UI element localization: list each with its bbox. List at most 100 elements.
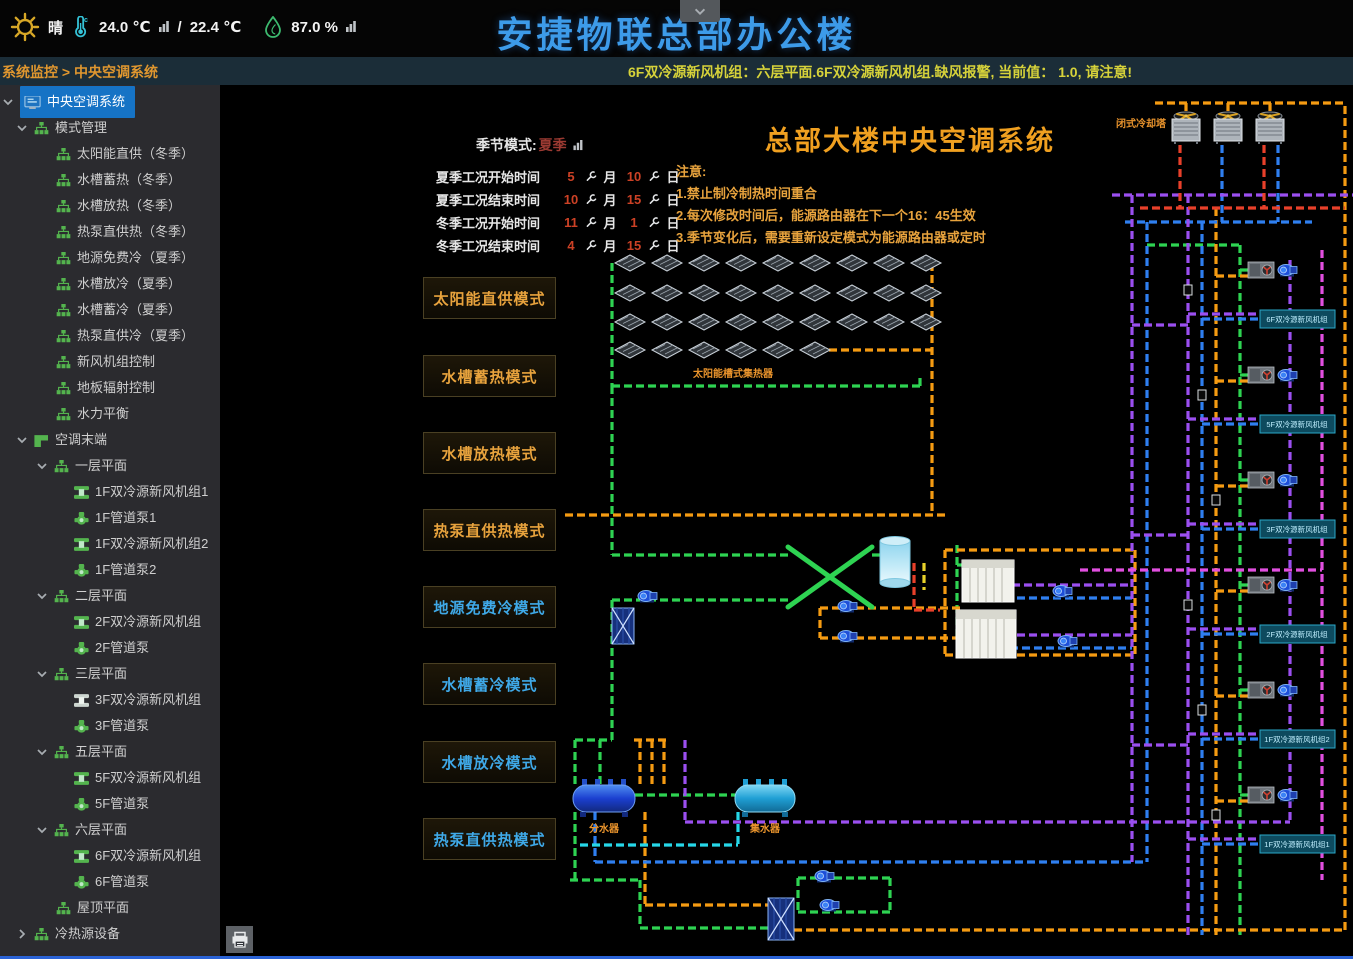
sidebar-item-floor3[interactable]: 三层平面 (0, 661, 220, 687)
sidebar-item-roof-plan[interactable]: 屋顶平面 (0, 895, 220, 921)
sidebar-item-3f-pump[interactable]: 3F管道泵 (0, 713, 220, 739)
chevron-down-icon[interactable] (36, 747, 48, 757)
sidebar-item-6f-pump[interactable]: 6F管道泵 (0, 869, 220, 895)
sidebar-item-1f-pump2[interactable]: 1F管道泵2 (0, 557, 220, 583)
sidebar-item-5f-pump[interactable]: 5F管道泵 (0, 791, 220, 817)
mode-button-tank-release-heat[interactable]: 水槽放热模式 (423, 432, 556, 474)
chevron-down-icon[interactable] (36, 669, 48, 679)
header-collapse-button[interactable] (680, 0, 720, 22)
note-line: 2.每次修改时间后，能源路由器在下一个16：45生效 (676, 205, 986, 227)
wrench-edit-icon[interactable] (648, 240, 661, 251)
cooling-tower (1214, 112, 1242, 144)
print-button[interactable] (226, 926, 253, 953)
alarm-message: 6F双冷源新风机组：六层平面.6F双冷源新风机组.缺风报警, 当前值： 1.0,… (628, 62, 1132, 82)
sidebar-item-floor2[interactable]: 二层平面 (0, 583, 220, 609)
wrench-edit-icon[interactable] (648, 217, 661, 228)
floor-module-1f2: 1F双冷源新风机组2 (1248, 682, 1335, 748)
sidebar-item-heat-cool-source[interactable]: 冷热源设备 (0, 921, 220, 947)
svg-text:5F双冷源新风机组: 5F双冷源新风机组 (1266, 419, 1328, 429)
pump-icon (74, 564, 89, 577)
pump (815, 871, 834, 883)
sidebar-item-solar-direct-winter[interactable]: 太阳能直供（冬季） (0, 141, 220, 167)
sitemap-icon (56, 148, 71, 161)
sidebar-item-tank-release-heat[interactable]: 水槽放热（冬季） (0, 193, 220, 219)
chevron-down-icon[interactable] (36, 591, 48, 601)
wrench-edit-icon[interactable] (585, 171, 598, 182)
sidebar-item-central-ac[interactable]: 中央空调系统 (0, 89, 220, 115)
chevron-right-icon[interactable] (16, 929, 28, 939)
month-value: 11 (558, 215, 584, 230)
sidebar-item-mode-management[interactable]: 模式管理 (0, 115, 220, 141)
chevron-down-icon[interactable] (36, 825, 48, 835)
sidebar-item-hydraulic-balance[interactable]: 水力平衡 (0, 401, 220, 427)
chevron-down-icon[interactable] (36, 461, 48, 471)
sidebar-item-1f-ahu2[interactable]: 1F双冷源新风机组2 (0, 531, 220, 557)
selected-item[interactable]: 中央空调系统 (20, 86, 135, 118)
sitemap-icon (54, 590, 69, 603)
sidebar-item-1f-pump1[interactable]: 1F管道泵1 (0, 505, 220, 531)
chevron-down-icon[interactable] (16, 435, 28, 445)
pump (1278, 265, 1297, 277)
breadcrumb[interactable]: 系统监控 > 中央空调系统 (2, 62, 158, 82)
sidebar-item-2f-pump[interactable]: 2F管道泵 (0, 635, 220, 661)
ahu-icon (74, 538, 89, 551)
wrench-edit-icon[interactable] (648, 171, 661, 182)
sidebar-item-2f-ahu[interactable]: 2F双冷源新风机组 (0, 609, 220, 635)
sidebar-item-3f-ahu[interactable]: 3F双冷源新风机组 (0, 687, 220, 713)
sidebar-item-6f-ahu[interactable]: 6F双冷源新风机组 (0, 843, 220, 869)
sidebar-item-tank-store-cool[interactable]: 水槽蓄冷（夏季） (0, 297, 220, 323)
pump-icon (74, 876, 89, 889)
mode-button-tank-store-cool[interactable]: 水槽蓄冷模式 (423, 663, 556, 705)
mode-button-heatpump-heat-2[interactable]: 热泵直供热模式 (423, 818, 556, 860)
heat-pump-unit-a (962, 560, 1014, 602)
season-row: 冬季工况开始时间 11 月 1 日 (436, 211, 686, 234)
ahu-icon (74, 850, 89, 863)
pipes-purple (685, 195, 1353, 935)
sidebar-item-5f-ahu[interactable]: 5F双冷源新风机组 (0, 765, 220, 791)
sidebar-item-floor-radiant-control[interactable]: 地板辐射控制 (0, 375, 220, 401)
plate-heat-exchanger-2 (612, 608, 634, 644)
sidebar-item-ac-terminals[interactable]: 空调末端 (0, 427, 220, 453)
sitemap-icon (56, 330, 71, 343)
wrench-edit-icon[interactable] (585, 217, 598, 228)
day-value: 10 (621, 169, 647, 184)
water-collector-tank: 集水器 (735, 779, 795, 835)
sidebar-item-heatpump-cool[interactable]: 热泵直供冷（夏季） (0, 323, 220, 349)
sidebar-item-floor1[interactable]: 一层平面 (0, 453, 220, 479)
mode-button-heatpump-heat[interactable]: 热泵直供热模式 (423, 509, 556, 551)
sidebar-item-ground-free-cooling[interactable]: 地源免费冷（夏季） (0, 245, 220, 271)
sidebar-item-floor6[interactable]: 六层平面 (0, 817, 220, 843)
mode-button-tank-store-heat[interactable]: 水槽蓄热模式 (423, 355, 556, 397)
sidebar-item-ahu-control[interactable]: 新风机组控制 (0, 349, 220, 375)
crossover-valve (788, 547, 872, 607)
sidebar-item-tank-store-heat[interactable]: 水槽蓄热（冬季） (0, 167, 220, 193)
sitemap-icon (56, 304, 71, 317)
svg-text:6F双冷源新风机组: 6F双冷源新风机组 (1266, 314, 1328, 324)
pump-icon (74, 720, 89, 733)
cooling-tower-label: 闭式冷却塔 (1116, 117, 1167, 130)
season-settings: 季节模式: 夏季 夏季工况开始时间 5 月 10 日 夏季工况结束时间 10 月… (436, 135, 686, 257)
ahu-unit (1248, 682, 1274, 698)
mode-button-solar-direct[interactable]: 太阳能直供模式 (423, 277, 556, 319)
sidebar-item-heatpump-heat[interactable]: 热泵直供热（冬季） (0, 219, 220, 245)
svg-text:1F双冷源新风机组2: 1F双冷源新风机组2 (1264, 734, 1329, 744)
chevron-down-icon[interactable] (16, 123, 28, 133)
pump-icon (74, 798, 89, 811)
mode-button-tank-release-cool[interactable]: 水槽放冷模式 (423, 741, 556, 783)
sidebar-item-floor5[interactable]: 五层平面 (0, 739, 220, 765)
wrench-edit-icon[interactable] (585, 240, 598, 251)
notes-title: 注意: (676, 161, 986, 183)
mode-button-ground-free-cool[interactable]: 地源免费冷模式 (423, 586, 556, 628)
solar-collector-array: 太阳能槽式集热器 (615, 255, 941, 380)
trend-chart-icon[interactable] (572, 140, 585, 151)
chevron-down-icon[interactable] (2, 97, 14, 107)
sidebar-item-tank-release-cool[interactable]: 水槽放冷（夏季） (0, 271, 220, 297)
svg-text:2F双冷源新风机组: 2F双冷源新风机组 (1266, 629, 1328, 639)
wrench-edit-icon[interactable] (648, 194, 661, 205)
day-value: 1 (621, 215, 647, 230)
wrench-edit-icon[interactable] (585, 194, 598, 205)
pump (1278, 475, 1297, 487)
sitemap-icon (54, 746, 69, 759)
sidebar-item-1f-ahu1[interactable]: 1F双冷源新风机组1 (0, 479, 220, 505)
pump (1053, 586, 1072, 598)
